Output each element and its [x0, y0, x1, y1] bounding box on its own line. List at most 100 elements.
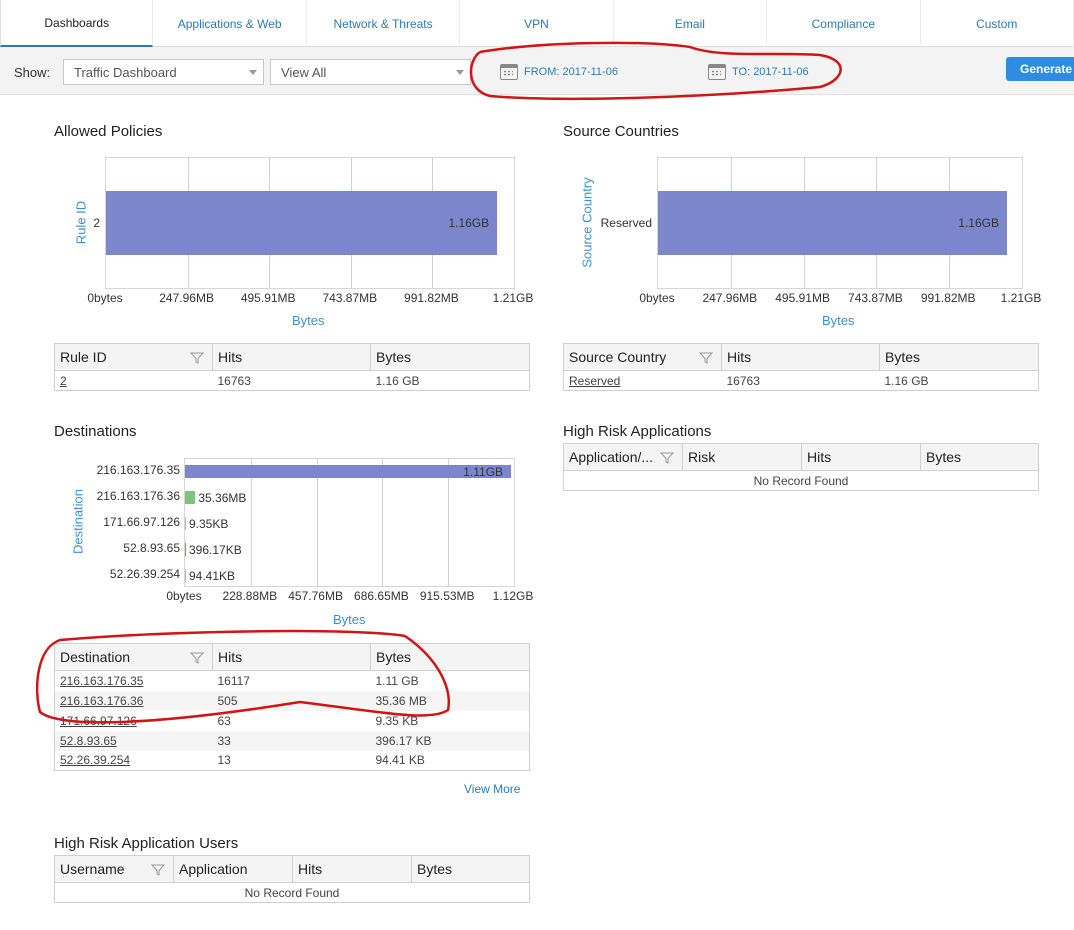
bar-value-label: 9.35KB	[189, 516, 229, 531]
destinations-x-axis-title: Bytes	[333, 612, 366, 627]
x-tick-label: 1.21GB	[1000, 291, 1042, 305]
column-header-bytes[interactable]: Bytes	[370, 343, 530, 371]
filter-icon[interactable]	[660, 452, 674, 464]
filter-icon[interactable]	[151, 864, 165, 876]
chevron-down-icon	[456, 70, 464, 75]
destinations-title: Destinations	[54, 423, 137, 440]
bar-value-label: 396.17KB	[189, 542, 242, 557]
chart-bar[interactable]	[106, 191, 498, 255]
filter-icon[interactable]	[190, 652, 204, 664]
empty-message: No Record Found	[54, 882, 530, 903]
tab-applications-web[interactable]: Applications & Web	[153, 0, 307, 47]
hits-cell: 16763	[212, 370, 371, 391]
x-tick-label: 247.96MB	[159, 291, 214, 305]
table-row: 2 16763 1.16 GB	[54, 370, 530, 391]
column-header-hits[interactable]: Hits	[292, 855, 412, 883]
x-tick-label: 247.96MB	[702, 291, 758, 305]
high-risk-apps-title: High Risk Applications	[563, 423, 712, 440]
bytes-cell: 396.17 KB	[370, 730, 530, 751]
x-tick-label: 991.82MB	[404, 291, 459, 305]
allowed-policies-x-axis-title: Bytes	[292, 313, 325, 328]
tab-email[interactable]: Email	[614, 0, 768, 47]
tab-compliance[interactable]: Compliance	[767, 0, 921, 47]
column-header-bytes[interactable]: Bytes	[411, 855, 530, 883]
tab-dashboards[interactable]: Dashboards	[0, 0, 154, 47]
table-row: 171.66.97.126 63 9.35 KB	[54, 710, 530, 731]
x-tick-label: 1.21GB	[492, 291, 534, 305]
calendar-icon	[500, 64, 518, 80]
x-tick-label: 1.12GB	[492, 589, 534, 603]
rule-id-link[interactable]: 2	[60, 374, 67, 388]
source-country-link[interactable]: Reserved	[569, 374, 620, 388]
bytes-cell: 35.36 MB	[370, 690, 530, 711]
chart-bar[interactable]	[185, 543, 186, 556]
column-header-source-country[interactable]: Source Country	[563, 343, 722, 371]
chevron-down-icon	[249, 70, 257, 75]
dashboard-select[interactable]: Traffic Dashboard	[63, 59, 264, 85]
column-header-application[interactable]: Application/...	[563, 443, 683, 471]
column-header-hits[interactable]: Hits	[721, 343, 880, 371]
column-header-hits[interactable]: Hits	[212, 343, 371, 371]
to-date-picker[interactable]: TO: 2017-11-06	[708, 64, 809, 80]
high-risk-users-title: High Risk Application Users	[54, 835, 239, 852]
view-select[interactable]: View All	[270, 59, 471, 85]
chart-bar[interactable]	[185, 517, 186, 530]
x-tick-label: 495.91MB	[775, 291, 830, 305]
chart-bar[interactable]	[185, 491, 196, 504]
chart-bar[interactable]	[658, 191, 1007, 255]
chart-bar[interactable]	[185, 465, 512, 478]
column-header-bytes[interactable]: Bytes	[920, 443, 1039, 471]
x-tick-label: 915.53MB	[419, 589, 475, 603]
chart-bar[interactable]	[185, 569, 186, 582]
hits-cell: 13	[212, 750, 371, 771]
x-tick-label: 991.82MB	[920, 291, 976, 305]
column-header-application[interactable]: Application	[173, 855, 293, 883]
column-header-hits[interactable]: Hits	[801, 443, 921, 471]
bar-value-label: 1.16GB	[448, 216, 490, 230]
destinations-table: Destination Hits Bytes 216.163.176.35 16…	[54, 643, 530, 771]
column-header-rule-id[interactable]: Rule ID	[54, 343, 213, 371]
column-header-risk[interactable]: Risk	[682, 443, 802, 471]
show-label: Show:	[14, 65, 51, 80]
to-date-label: TO: 2017-11-06	[732, 66, 809, 78]
bar-value-label: 94.41KB	[189, 568, 236, 583]
destination-link[interactable]: 52.26.39.254	[60, 753, 130, 767]
tab-vpn[interactable]: VPN	[460, 0, 614, 47]
filter-icon[interactable]	[699, 352, 713, 364]
column-header-username[interactable]: Username	[54, 855, 174, 883]
x-tick-label: 743.87MB	[848, 291, 903, 305]
filter-icon[interactable]	[190, 352, 204, 364]
source-countries-title: Source Countries	[563, 123, 679, 140]
column-header-bytes[interactable]: Bytes	[879, 343, 1039, 371]
from-date-picker[interactable]: FROM: 2017-11-06	[500, 64, 618, 80]
table-row: 216.163.176.35 16117 1.11 GB	[54, 670, 530, 691]
view-more-link[interactable]: View More	[464, 782, 520, 796]
gridline	[316, 459, 318, 586]
table-row: 52.8.93.65 33 396.17 KB	[54, 730, 530, 751]
column-header-hits[interactable]: Hits	[212, 643, 371, 671]
generate-button[interactable]: Generate	[1006, 57, 1074, 81]
x-tick-label: 0bytes	[87, 291, 123, 305]
hits-cell: 33	[212, 730, 371, 751]
x-tick-label: 743.87MB	[322, 291, 378, 305]
tab-custom[interactable]: Custom	[921, 0, 1074, 47]
tab-network-threats[interactable]: Network & Threats	[307, 0, 461, 47]
table-row: Reserved 16763 1.16 GB	[563, 370, 1039, 391]
empty-message: No Record Found	[563, 470, 1039, 491]
allowed-policies-chart: 1.16GB	[105, 157, 515, 289]
gridline	[250, 459, 252, 586]
bytes-cell: 1.16 GB	[370, 370, 530, 391]
destination-link[interactable]: 52.8.93.65	[60, 734, 117, 748]
gridline	[448, 459, 450, 586]
bytes-cell: 9.35 KB	[370, 710, 530, 731]
tab-bar: Dashboards Applications & Web Network & …	[0, 0, 1074, 47]
calendar-icon	[708, 64, 726, 80]
destination-link[interactable]: 216.163.176.35	[60, 674, 143, 688]
column-header-bytes[interactable]: Bytes	[370, 643, 530, 671]
column-header-destination[interactable]: Destination	[54, 643, 213, 671]
destination-link[interactable]: 171.66.97.126	[60, 714, 137, 728]
x-tick-label: 495.91MB	[240, 291, 296, 305]
destination-link[interactable]: 216.163.176.36	[60, 694, 143, 708]
destinations-chart: 1.11GB 35.36MB 9.35KB 396.17KB 94.41KB	[184, 458, 515, 587]
allowed-policies-table: Rule ID Hits Bytes 2 16763 1.16 GB	[54, 343, 530, 391]
